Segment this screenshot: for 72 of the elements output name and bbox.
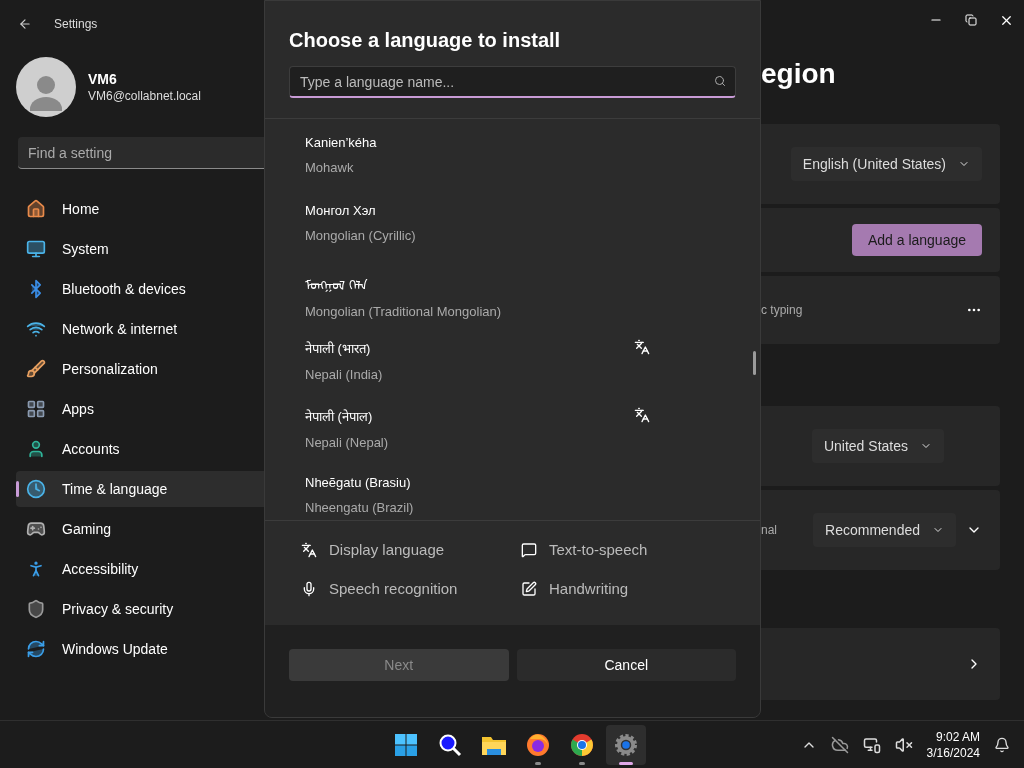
nav-item[interactable]: Apps xyxy=(16,391,264,427)
language-item[interactable]: नेपाली (नेपाल) Nepali (Nepal) xyxy=(305,407,760,475)
cloud-off-icon[interactable] xyxy=(830,735,849,754)
window-title: Settings xyxy=(54,17,98,31)
windows-logo-icon xyxy=(394,732,418,757)
bell-icon[interactable] xyxy=(994,736,1010,753)
search-icon xyxy=(438,732,462,757)
search-icon xyxy=(714,75,726,87)
english-name: Mongolian (Cyrillic) xyxy=(305,228,417,243)
dialog-button[interactable]: Cancel xyxy=(516,649,736,681)
language-hint: c typing xyxy=(761,303,803,317)
language-item[interactable]: ᠮᠣᠩᠭᠣᠯ ᠬᠡᠯᠡ Mongolian (Traditional Mongolian) xyxy=(305,271,760,339)
running-indicator xyxy=(579,761,585,765)
native-name: नेपाली (नेपाल) xyxy=(305,408,374,425)
restore-icon[interactable] xyxy=(965,14,977,26)
nav-item[interactable]: Privacy & security xyxy=(16,591,264,627)
feature-label: Speech recognition xyxy=(329,580,458,597)
feature-label: Handwriting xyxy=(549,580,629,597)
user-name: VM6 xyxy=(88,71,118,87)
native-name: Nheẽgatu (Brasiu) xyxy=(305,475,412,490)
nav-item[interactable]: Windows Update xyxy=(16,631,264,667)
taskbar-app[interactable] xyxy=(606,724,646,765)
browser-logo-icon xyxy=(570,732,594,757)
muted-speaker-icon[interactable] xyxy=(894,735,913,754)
personalization-icon xyxy=(26,359,46,379)
language-item[interactable]: Nheẽgatu (Brasiu) Nheengatu (Brazil) xyxy=(305,475,760,520)
native-name: Монгол Хэл xyxy=(305,203,377,218)
english-name: Mongolian (Traditional Mongolian) xyxy=(305,304,503,319)
clock-date[interactable]: 3/16/2024 xyxy=(926,744,980,761)
format-dropdown[interactable]: Recommended xyxy=(813,513,956,547)
user-email: VM6@collabnet.local xyxy=(88,89,201,103)
dialog-title: Choose a language to install xyxy=(289,29,562,52)
clock-time[interactable]: 9:02 AM xyxy=(935,728,980,745)
nav-item[interactable]: System xyxy=(16,231,264,267)
nav-item[interactable]: Gaming xyxy=(16,511,264,547)
country-dropdown[interactable]: United States xyxy=(811,429,944,463)
feature-label: Text-to-speech xyxy=(549,541,648,558)
privacy-icon xyxy=(26,599,46,619)
language-item[interactable]: नेपाली (भारत) Nepali (India) xyxy=(305,339,760,407)
running-indicator xyxy=(619,761,633,765)
language-item[interactable]: Монгол Хэл Mongolian (Cyrillic) xyxy=(305,203,760,271)
page-title: egion xyxy=(761,58,837,90)
format-label: nal xyxy=(761,523,777,537)
back-icon[interactable] xyxy=(18,17,32,31)
avatar xyxy=(16,57,76,117)
language-search-field[interactable]: Type a language name... xyxy=(289,66,736,98)
nav-item[interactable]: Home xyxy=(16,191,264,227)
native-name: Kanien’kéha xyxy=(305,135,378,150)
nav-item[interactable]: Accessibility xyxy=(16,551,264,587)
feature-label: Display language xyxy=(329,541,445,558)
scrollbar-thumb[interactable] xyxy=(753,351,756,375)
nav-item[interactable]: Bluetooth & devices xyxy=(16,271,264,307)
language-dropdown[interactable]: English (United States) xyxy=(790,147,982,181)
search-field[interactable]: Find a setting xyxy=(18,137,264,169)
gear-icon xyxy=(614,732,638,757)
language-item[interactable]: Kanien’kéha Mohawk xyxy=(305,135,760,203)
native-name: नेपाली (भारत) xyxy=(305,340,372,357)
gaming-icon xyxy=(26,519,46,539)
english-name: Nheengatu (Brazil) xyxy=(305,500,415,515)
browser-logo-icon xyxy=(526,732,550,757)
update-icon xyxy=(26,639,46,659)
english-name: Nepali (Nepal) xyxy=(305,435,390,450)
home-icon xyxy=(26,199,46,219)
nav-item[interactable]: Network & internet xyxy=(16,311,264,347)
nav-item[interactable]: Accounts xyxy=(16,431,264,467)
add-language-button[interactable]: Add a language xyxy=(851,224,982,256)
nav-item[interactable]: Personalization xyxy=(16,351,264,387)
nav-item[interactable]: Time & language xyxy=(16,471,264,507)
native-name: ᠮᠣᠩᠭᠣᠯ ᠬᠡᠯᠡ xyxy=(305,277,369,294)
running-indicator xyxy=(535,761,541,765)
english-name: Mohawk xyxy=(305,160,355,175)
english-name: Nepali (India) xyxy=(305,367,384,382)
